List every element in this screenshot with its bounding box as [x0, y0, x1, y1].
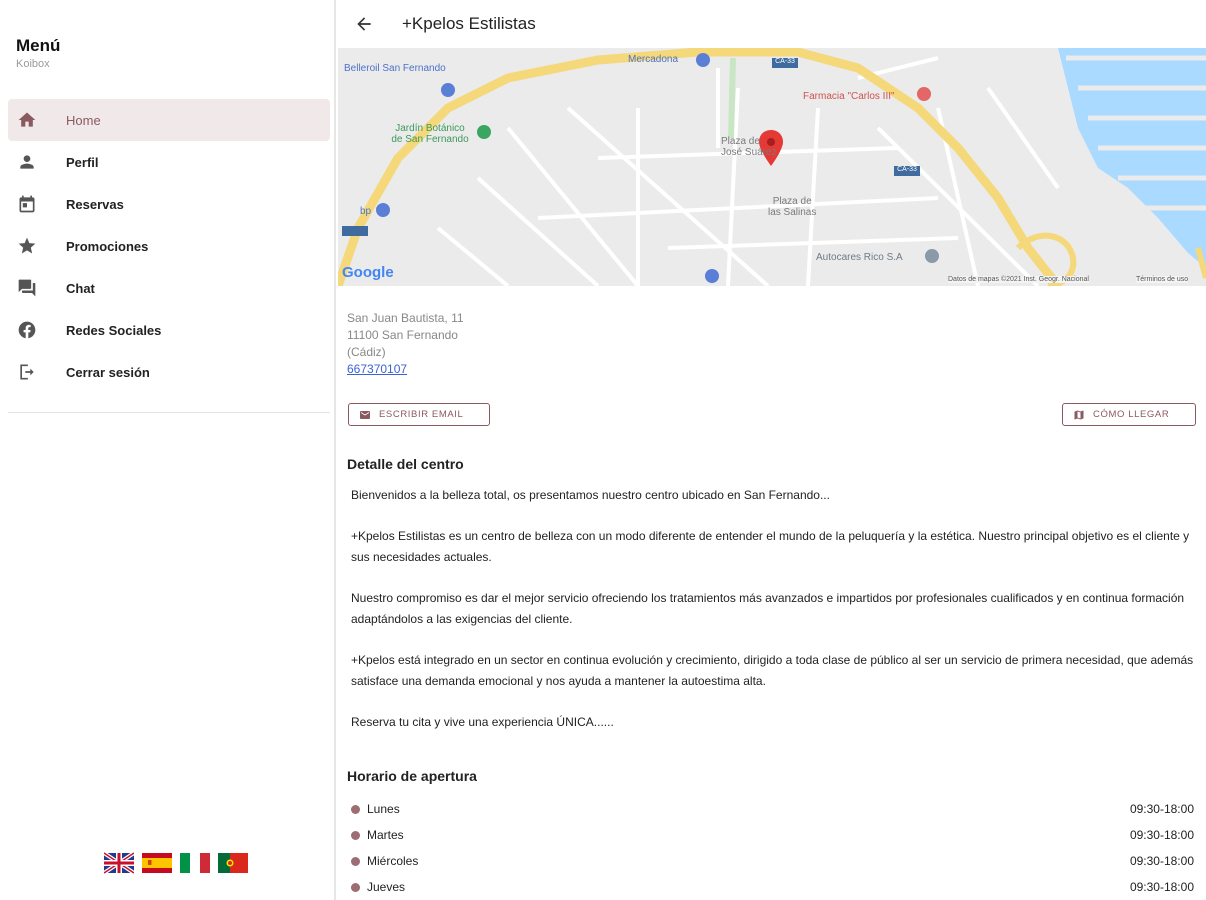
- detail-paragraph: +Kpelos Estilistas es un centro de belle…: [351, 529, 1190, 564]
- sidebar-item-label: Reservas: [66, 196, 124, 212]
- page-title: +Kpelos Estilistas: [402, 14, 536, 33]
- day-label: Lunes: [367, 802, 400, 816]
- hours-time: 09:30-18:00: [1129, 854, 1194, 868]
- facebook-icon: [16, 319, 38, 341]
- bullet-icon: [351, 856, 360, 866]
- detail-paragraph: Reserva tu cita y vive una experiencia Ú…: [351, 715, 614, 729]
- hours-row: Lunes 09:30-18:00: [351, 796, 1194, 822]
- sidebar-item-label: Redes Sociales: [66, 322, 162, 338]
- hours-time: 09:30-18:00: [1129, 880, 1194, 894]
- spain-flag-icon[interactable]: [142, 852, 172, 874]
- hours-row: Miércoles 09:30-18:00: [351, 848, 1194, 874]
- bullet-icon: [351, 804, 360, 814]
- sidebar-item-perfil[interactable]: Perfil: [8, 141, 330, 183]
- sidebar-nav: Home Perfil Reservas Promociones Chat Re…: [8, 99, 330, 393]
- hours-day: Jueves: [351, 880, 405, 894]
- map-road-ca33-b: CA-33: [897, 166, 917, 173]
- map-label-autocares: Autocares Rico S.A: [816, 252, 903, 263]
- map-attribution: Datos de mapas ©2021 Inst. Geogr. Nacion…: [948, 276, 1089, 283]
- opening-hours-list: Lunes 09:30-18:00 Martes 09:30-18:00 Mié…: [351, 796, 1194, 900]
- address-city: 11100 San Fernando: [347, 328, 458, 342]
- portugal-flag-icon[interactable]: [218, 852, 248, 874]
- address-street: San Juan Bautista, 11: [347, 311, 464, 325]
- hours-day: Miércoles: [351, 854, 418, 868]
- map-icon: [1074, 410, 1084, 419]
- hours-title: Horario de apertura: [347, 768, 477, 784]
- detail-paragraph: Nuestro compromiso es dar el mejor servi…: [351, 591, 1185, 626]
- google-logo: Google: [342, 264, 394, 281]
- day-label: Miércoles: [367, 854, 419, 868]
- sidebar-item-label: Home: [66, 112, 101, 128]
- back-button[interactable]: [340, 0, 388, 48]
- person-icon: [16, 151, 38, 173]
- map-label-farmacia: Farmacia "Carlos III": [803, 91, 895, 102]
- sidebar-item-label: Promociones: [66, 238, 149, 254]
- sidebar-item-home[interactable]: Home: [8, 99, 330, 141]
- main-content: San Juan Bautista, 11 11100 San Fernando…: [338, 286, 1206, 900]
- bullet-icon: [351, 830, 360, 840]
- sidebar-item-reservas[interactable]: Reservas: [8, 183, 330, 225]
- hours-row: Martes 09:30-18:00: [351, 822, 1194, 848]
- map-label-jardin: Jardín Botánico de San Fernando: [391, 123, 469, 145]
- sidebar-item-chat[interactable]: Chat: [8, 267, 330, 309]
- mail-icon: [360, 410, 370, 419]
- hours-time: 09:30-18:00: [1129, 802, 1194, 816]
- app-header: +Kpelos Estilistas: [338, 0, 1206, 48]
- detail-title: Detalle del centro: [347, 456, 464, 472]
- uk-flag-icon[interactable]: [104, 852, 134, 874]
- sidebar-divider: [8, 412, 330, 413]
- location-map[interactable]: Belleroil San Fernando Mercadona Farmaci…: [338, 48, 1206, 286]
- chat-icon: [16, 277, 38, 299]
- address-province: (Cádiz): [347, 345, 386, 359]
- menu-subtitle: Koibox: [16, 58, 50, 70]
- detail-paragraph: +Kpelos está integrado en un sector en c…: [351, 653, 1194, 688]
- sidebar-item-redes-sociales[interactable]: Redes Sociales: [8, 309, 330, 351]
- home-icon: [16, 109, 38, 131]
- map-label-plaza-jose: Plaza de José Suárez: [721, 136, 777, 158]
- day-label: Martes: [367, 828, 404, 842]
- detail-description: Bienvenidos a la belleza total, os prese…: [351, 485, 1196, 753]
- address-block: San Juan Bautista, 11 11100 San Fernando…: [347, 310, 464, 378]
- map-label-belleroil: Belleroil San Fernando: [344, 63, 446, 74]
- sidebar-item-label: Chat: [66, 280, 95, 296]
- sidebar-item-cerrar-sesion[interactable]: Cerrar sesión: [8, 351, 330, 393]
- star-icon: [16, 235, 38, 257]
- hours-day: Martes: [351, 828, 404, 842]
- menu-title: Menú: [16, 36, 61, 55]
- map-canvas: [338, 48, 1206, 286]
- hours-day: Lunes: [351, 802, 400, 816]
- phone-link[interactable]: 667370107: [347, 361, 464, 378]
- day-label: Jueves: [367, 880, 406, 894]
- map-road-ca33: CA-33: [775, 58, 795, 65]
- bullet-icon: [351, 882, 360, 892]
- arrow-back-icon: [357, 17, 371, 31]
- logout-icon: [16, 361, 38, 383]
- italy-flag-icon[interactable]: [180, 852, 210, 874]
- directions-label: CÓMO LLEGAR: [1093, 409, 1170, 420]
- sidebar-item-label: Cerrar sesión: [66, 364, 150, 380]
- detail-paragraph: Bienvenidos a la belleza total, os prese…: [351, 488, 830, 502]
- language-selector: [104, 852, 248, 874]
- sidebar-item-promociones[interactable]: Promociones: [8, 225, 330, 267]
- sidebar-item-label: Perfil: [66, 154, 99, 170]
- hours-time: 09:30-18:00: [1129, 828, 1194, 842]
- map-label-bp: bp: [360, 206, 372, 217]
- write-email-button[interactable]: ESCRIBIR EMAIL: [348, 403, 490, 426]
- map-label-mercadona: Mercadona: [628, 54, 679, 65]
- directions-button[interactable]: CÓMO LLEGAR: [1062, 403, 1196, 426]
- calendar-icon: [16, 193, 38, 215]
- sidebar: Menú Koibox Home Perfil Reservas Promoci…: [0, 0, 336, 900]
- map-terms-link[interactable]: Términos de uso: [1136, 276, 1189, 283]
- map-label-plaza-salinas: Plaza de las Salinas: [768, 196, 817, 218]
- app: Menú Koibox Home Perfil Reservas Promoci…: [0, 0, 1206, 900]
- write-email-label: ESCRIBIR EMAIL: [379, 409, 464, 420]
- hours-row: Jueves 09:30-18:00: [351, 874, 1194, 900]
